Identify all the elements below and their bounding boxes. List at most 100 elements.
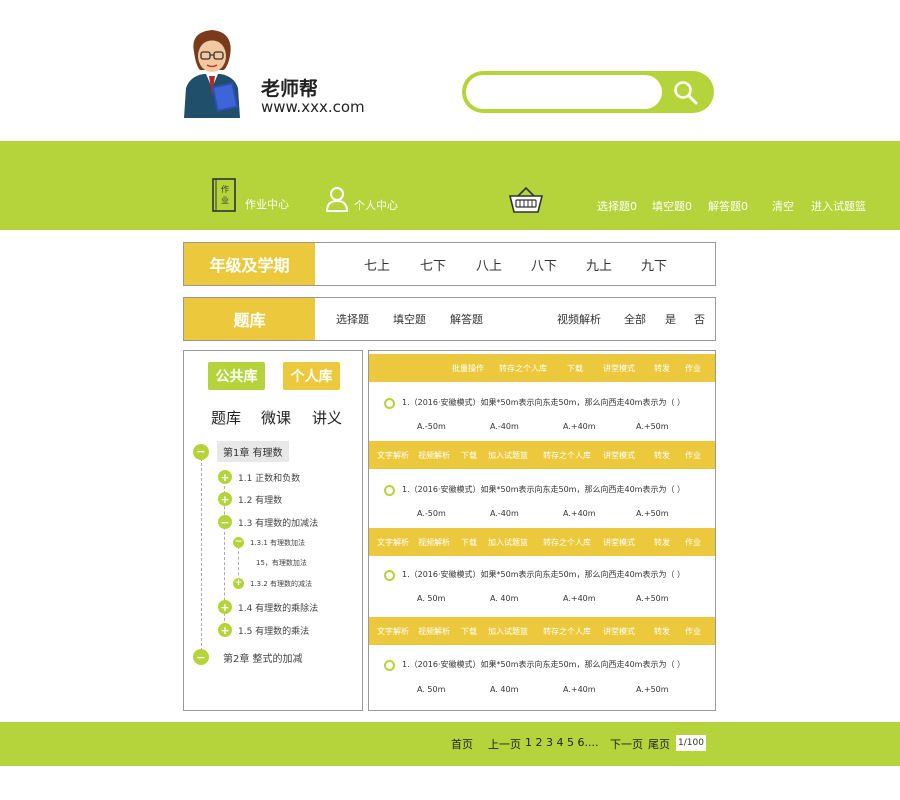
lecture-mode-button[interactable]: 讲堂模式 — [603, 354, 635, 382]
lecture-mode-button[interactable]: 讲堂模式 — [603, 528, 635, 556]
add-to-basket-button[interactable]: 加入试题篮 — [488, 617, 528, 645]
yes-option[interactable]: 是 — [665, 298, 676, 340]
fill-count-link[interactable]: 填空题0 — [652, 198, 692, 214]
answer-option[interactable]: A. 50m — [417, 594, 445, 603]
tree-subsection[interactable]: + 1.3.2 有理数的减法 — [233, 578, 312, 589]
question-select-radio[interactable] — [384, 660, 395, 671]
tree-section[interactable]: + 1.4 有理数的乘除法 — [218, 600, 318, 614]
last-page-link[interactable]: 尾页 — [648, 736, 670, 752]
add-to-basket-button[interactable]: 加入试题篮 — [488, 441, 528, 469]
public-library-button[interactable]: 公共库 — [208, 362, 265, 390]
answer-option[interactable]: A.+50m — [636, 509, 669, 518]
question-select-radio[interactable] — [384, 398, 395, 409]
text-analysis-button[interactable]: 文字解析 — [377, 441, 409, 469]
tree-leaf[interactable]: 15，有理数加法 — [250, 558, 307, 568]
search-input[interactable] — [466, 75, 662, 109]
tree-chapter-2[interactable]: − 第2章 整式的加减 — [193, 649, 303, 665]
personal-center-link[interactable]: 个人中心 — [325, 185, 398, 213]
page-indicator[interactable]: 1/100 — [676, 735, 706, 751]
homework-book-icon: 作 业 — [212, 178, 236, 212]
answer-option[interactable]: A. 40m — [490, 594, 518, 603]
tree-subsection[interactable]: − 1.3.1 有理数加法 — [233, 537, 305, 548]
tree-section[interactable]: − 1.3 有理数的加减法 — [218, 515, 318, 529]
video-analysis-button[interactable]: 视频解析 — [418, 441, 450, 469]
homework-center-link[interactable]: 作 业 作业中心 — [211, 178, 289, 212]
answer-option[interactable]: A.-40m — [490, 422, 519, 431]
video-analysis-option[interactable]: 视频解析 — [557, 298, 601, 340]
personal-library-button[interactable]: 个人库 — [283, 362, 340, 390]
answer-option[interactable]: A. 40m — [490, 685, 518, 694]
homework-button[interactable]: 作业 — [685, 528, 701, 556]
answer-option[interactable]: A.+40m — [563, 422, 596, 431]
question-text: 1.（2016·安徽模式）如果*50m表示向东走50m，那么向西走40m表示为（… — [402, 485, 685, 494]
question-basket-icon-button[interactable] — [508, 186, 544, 214]
all-option[interactable]: 全部 — [624, 298, 646, 340]
forward-button[interactable]: 转发 — [654, 617, 670, 645]
answer-option[interactable]: A.+50m — [636, 422, 669, 431]
tab-handout[interactable]: 讲义 — [312, 407, 342, 428]
homework-button[interactable]: 作业 — [685, 441, 701, 469]
download-button[interactable]: 下载 — [461, 617, 477, 645]
tree-chapter-1[interactable]: − 第1章 有理数 — [193, 441, 289, 462]
download-button[interactable]: 下载 — [461, 528, 477, 556]
grade-option[interactable]: 七下 — [420, 243, 446, 285]
lecture-mode-button[interactable]: 讲堂模式 — [603, 617, 635, 645]
video-analysis-button[interactable]: 视频解析 — [418, 617, 450, 645]
clear-button[interactable]: 清空 — [772, 198, 794, 214]
prev-page-link[interactable]: 上一页 — [488, 736, 521, 752]
answer-option[interactable]: A.+40m — [563, 685, 596, 694]
grade-option[interactable]: 七上 — [364, 243, 390, 285]
download-button[interactable]: 下载 — [567, 354, 583, 382]
answer-option[interactable]: A.+40m — [563, 594, 596, 603]
question-select-radio[interactable] — [384, 570, 395, 581]
search-button[interactable] — [668, 76, 704, 110]
answer-option[interactable]: A.-40m — [490, 509, 519, 518]
homework-button[interactable]: 作业 — [685, 354, 701, 382]
add-to-basket-button[interactable]: 加入试题篮 — [488, 528, 528, 556]
batch-operation-button[interactable]: 批量操作 — [452, 354, 484, 382]
tree-section[interactable]: + 1.2 有理数 — [218, 492, 282, 506]
question-type-option[interactable]: 填空题 — [393, 298, 426, 340]
video-analysis-button[interactable]: 视频解析 — [418, 528, 450, 556]
lecture-mode-button[interactable]: 讲堂模式 — [603, 441, 635, 469]
forward-button[interactable]: 转发 — [654, 528, 670, 556]
download-button[interactable]: 下载 — [461, 441, 477, 469]
next-page-link[interactable]: 下一页 — [610, 736, 643, 752]
choice-count-link[interactable]: 选择题0 — [597, 198, 637, 214]
tab-question-bank[interactable]: 题库 — [211, 407, 241, 428]
text-analysis-button[interactable]: 文字解析 — [377, 617, 409, 645]
save-to-personal-button[interactable]: 转存之个人库 — [543, 441, 591, 469]
grade-option[interactable]: 九上 — [586, 243, 612, 285]
question-type-option[interactable]: 解答题 — [450, 298, 483, 340]
no-option[interactable]: 否 — [694, 298, 705, 340]
save-to-personal-button[interactable]: 转存之个人库 — [543, 617, 591, 645]
save-to-personal-button[interactable]: 转存之个人库 — [499, 354, 547, 382]
answer-option[interactable]: A.+50m — [636, 594, 669, 603]
answer-option[interactable]: A. 50m — [417, 685, 445, 694]
answer-option[interactable]: A.-50m — [417, 509, 446, 518]
plus-circle-icon: + — [218, 492, 232, 506]
text-analysis-button[interactable]: 文字解析 — [377, 528, 409, 556]
page-numbers[interactable]: 1 2 3 4 5 6.... — [525, 736, 598, 749]
grade-option[interactable]: 九下 — [641, 243, 667, 285]
grade-option[interactable]: 八上 — [476, 243, 502, 285]
minus-circle-icon: − — [233, 537, 244, 548]
save-to-personal-button[interactable]: 转存之个人库 — [543, 528, 591, 556]
grade-option[interactable]: 八下 — [531, 243, 557, 285]
answer-option[interactable]: A.-50m — [417, 422, 446, 431]
question-select-radio[interactable] — [384, 485, 395, 496]
enter-basket-label: 进入试题篮 — [811, 200, 866, 213]
tab-micro-lesson[interactable]: 微课 — [261, 407, 291, 428]
answer-count-link[interactable]: 解答题0 — [708, 198, 748, 214]
tree-section[interactable]: + 1.5 有理数的乘法 — [218, 623, 309, 637]
forward-button[interactable]: 转发 — [654, 441, 670, 469]
fill-count-label: 填空题0 — [652, 200, 692, 213]
enter-basket-button[interactable]: 进入试题篮 — [811, 198, 866, 214]
homework-button[interactable]: 作业 — [685, 617, 701, 645]
forward-button[interactable]: 转发 — [654, 354, 670, 382]
question-type-option[interactable]: 选择题 — [336, 298, 369, 340]
answer-option[interactable]: A.+50m — [636, 685, 669, 694]
answer-option[interactable]: A.+40m — [563, 509, 596, 518]
tree-section[interactable]: + 1.1 正数和负数 — [218, 470, 300, 484]
first-page-link[interactable]: 首页 — [451, 736, 473, 752]
